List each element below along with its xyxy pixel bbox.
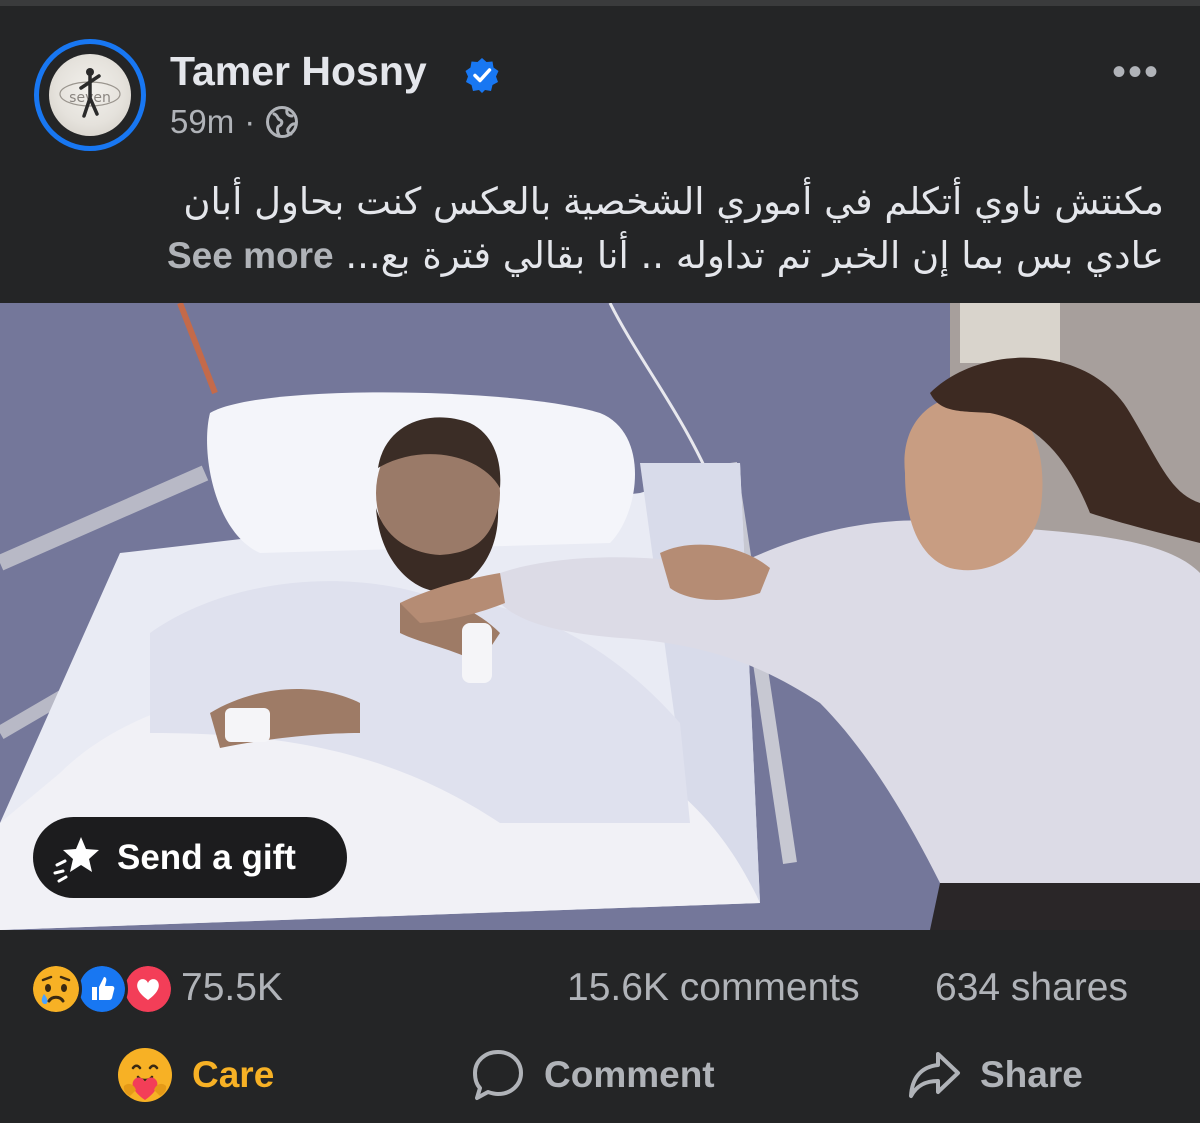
post-meta: 59m · [170,103,299,141]
caption-line-1: مكنتش ناوي أتكلم في أموري الشخصية بالعكس… [183,180,1164,223]
care-label: Care [192,1054,275,1095]
caption-line-2: عادي بس بما إن الخبر تم تداوله .. أنا بق… [34,229,1164,283]
caption-line-2-text: عادي بس بما إن الخبر تم تداوله .. أنا بق… [380,234,1164,277]
globe-icon[interactable] [265,105,299,139]
share-arrow-icon [909,1052,960,1098]
reaction-summary[interactable] [30,963,174,1015]
verified-badge-icon [465,58,499,93]
author-name[interactable]: Tamer Hosny [170,48,427,95]
comment-button[interactable]: Comment [470,1043,715,1107]
comment-label: Comment [544,1054,715,1095]
shares-count[interactable]: 634 shares [935,966,1128,1010]
author-avatar[interactable]: seven [34,39,146,151]
comment-bubble-icon [473,1050,523,1100]
comments-count[interactable]: 15.6K comments [567,966,860,1010]
like-reaction-icon [76,963,128,1015]
caption-ellipsis: ... [345,234,381,277]
send-gift-button[interactable]: Send a gift [33,817,347,898]
more-options-icon[interactable]: ••• [1112,50,1160,95]
reaction-count[interactable]: 75.5K [181,966,283,1010]
gift-star-icon [53,836,99,882]
share-label: Share [980,1054,1083,1095]
send-gift-label: Send a gift [117,837,296,877]
see-more-link[interactable]: See more [167,235,334,276]
share-button[interactable]: Share [906,1043,1083,1107]
care-button[interactable]: Care [116,1043,274,1107]
avatar-image: seven [49,54,131,136]
post-caption: مكنتش ناوي أتكلم في أموري الشخصية بالعكس… [34,175,1164,283]
care-emoji-icon [118,1048,172,1102]
meta-separator: · [244,103,256,140]
post-time[interactable]: 59m [170,103,234,141]
top-divider [0,0,1200,6]
love-reaction-icon [122,963,174,1015]
sad-reaction-icon [30,963,82,1015]
